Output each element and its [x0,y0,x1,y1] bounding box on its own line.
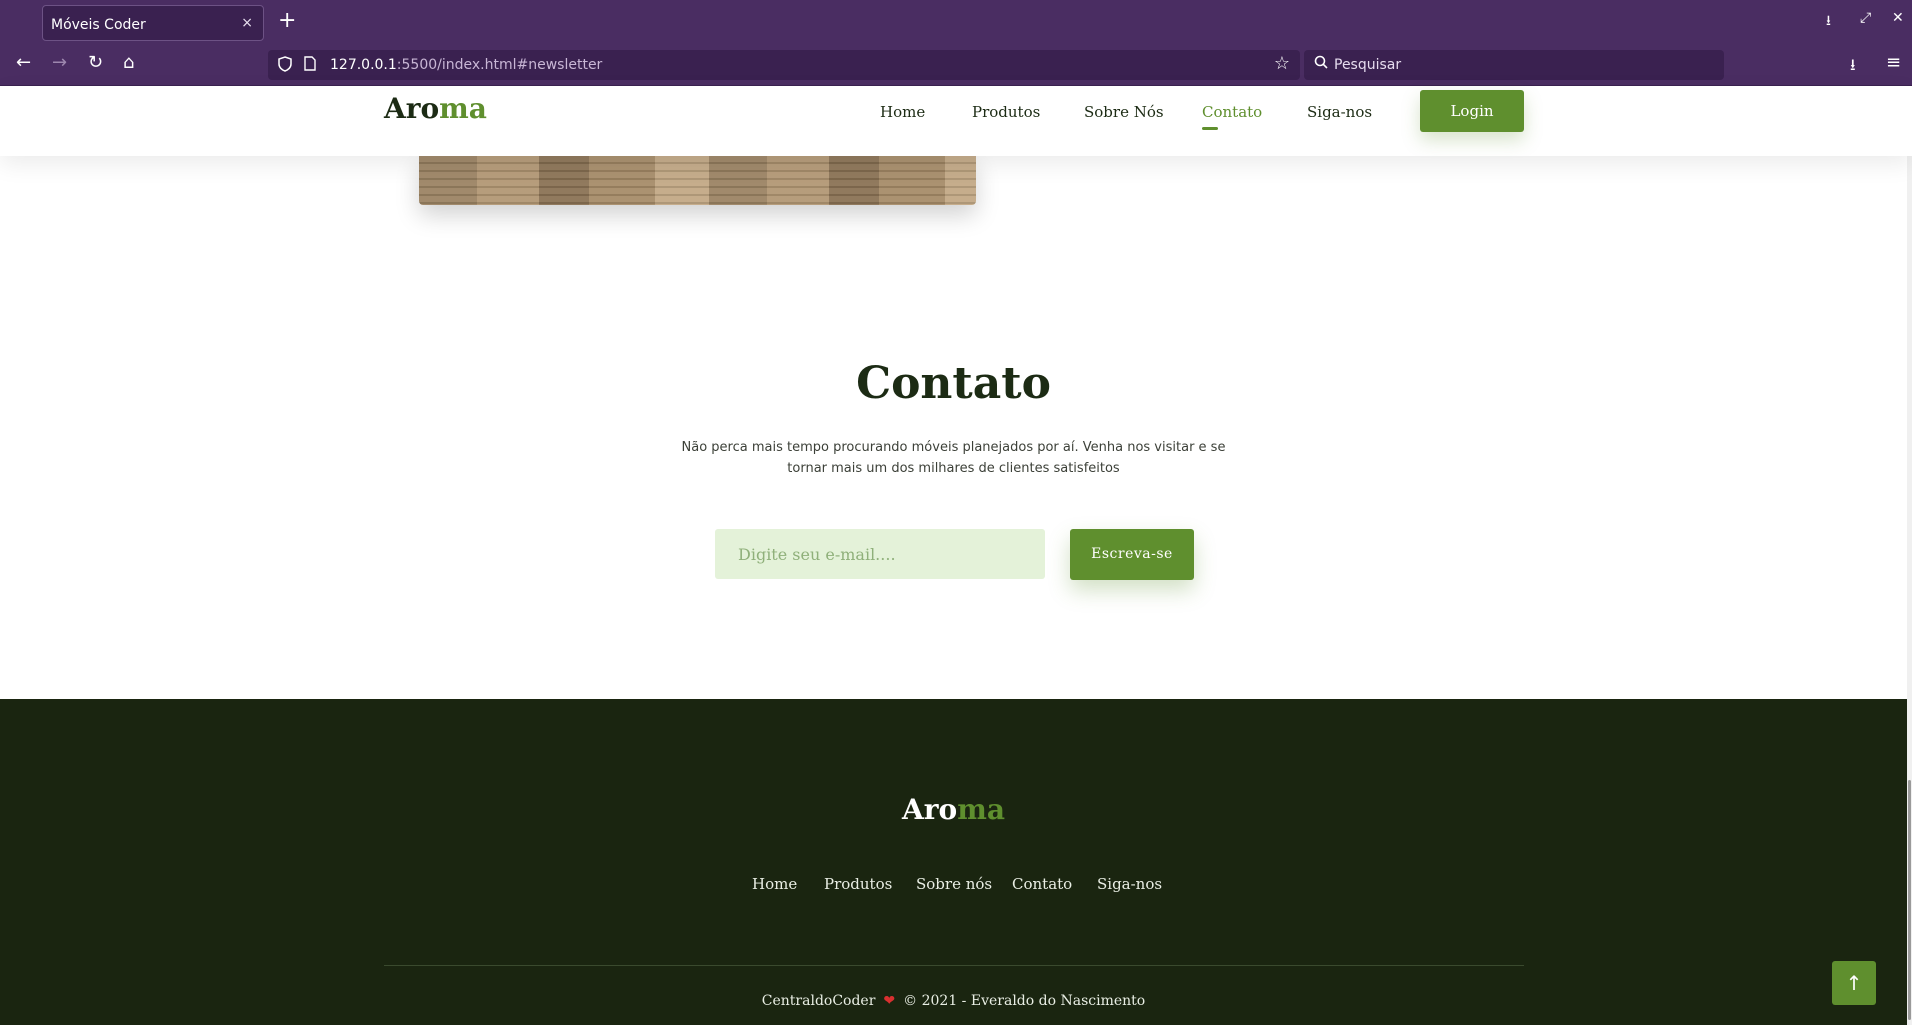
browser-tab[interactable]: Móveis Coder × [42,5,264,41]
minimize-icon[interactable]: ⭳ [1826,10,1831,34]
tab-title: Móveis Coder [51,17,146,33]
url-host: 127.0.0.1 [330,57,397,73]
nav-sobre-nos[interactable]: Sobre Nós [1084,103,1164,121]
site-header: Aroma Home Produtos Sobre Nós Contato Si… [0,86,1912,156]
footer-link-produtos[interactable]: Produtos [824,875,892,893]
heart-icon: ❤ [883,993,896,1009]
shield-icon [278,56,292,76]
reload-icon[interactable]: ↻ [88,52,103,73]
close-tab-icon[interactable]: × [241,15,253,31]
page-scrollbar-thumb[interactable] [1908,780,1911,1020]
home-icon[interactable]: ⌂ [123,52,134,73]
footer-logo[interactable]: Aroma [0,793,1907,826]
back-icon[interactable]: ← [16,52,31,73]
nav-produtos[interactable]: Produtos [972,103,1040,121]
close-window-icon[interactable]: ✕ [1892,10,1904,26]
subscribe-button[interactable]: Escreva-se [1070,529,1194,580]
wood-furniture-image [419,156,976,205]
nav-home[interactable]: Home [880,103,925,121]
url-text: 127.0.0.1:5500/index.html#newsletter [330,57,602,73]
footer-logo-accent: ma [957,793,1005,826]
browser-tab-bar: Móveis Coder × + ⭳ ⤢ ✕ [0,0,1912,44]
browser-nav-bar: ← → ↻ ⌂ 127.0.0.1:5500/index.html#newsle… [0,44,1912,86]
footer-divider [384,965,1524,966]
forward-icon[interactable]: → [52,52,67,73]
browser-search-bar[interactable]: Pesquisar [1304,50,1724,80]
site-footer: Aroma Home Produtos Sobre nós Contato Si… [0,699,1907,1025]
footer-link-contato[interactable]: Contato [1012,875,1072,893]
nav-contato[interactable]: Contato [1202,103,1262,130]
new-tab-icon[interactable]: + [278,8,296,33]
downloads-icon[interactable]: ⭳ [1850,54,1856,81]
footer-credits: CentraldoCoder ❤ © 2021 - Everaldo do Nasc… [0,993,1907,1009]
bookmark-star-icon[interactable]: ☆ [1274,53,1290,74]
login-button[interactable]: Login [1420,90,1524,132]
app-menu-icon[interactable]: ≡ [1886,52,1901,73]
page-icon [304,56,316,75]
nav-siga-nos[interactable]: Siga-nos [1307,103,1372,121]
url-bar[interactable]: 127.0.0.1:5500/index.html#newsletter ☆ [268,50,1300,80]
credit-brand: CentraldoCoder [761,993,876,1009]
email-input[interactable] [715,529,1045,579]
contact-description: Não perca mais tempo procurando móveis p… [681,440,1226,476]
header-logo[interactable]: Aroma [384,92,487,125]
footer-logo-main: Aro [902,793,958,826]
maximize-icon[interactable]: ⤢ [1860,10,1871,26]
footer-link-sobre-nos[interactable]: Sobre nós [916,875,992,893]
url-path: :5500/index.html#newsletter [396,57,603,73]
logo-text-accent: ma [439,92,487,125]
search-placeholder: Pesquisar [1334,57,1402,73]
back-to-top-button[interactable]: ↑ [1832,961,1876,1005]
footer-link-siga-nos[interactable]: Siga-nos [1097,875,1162,893]
footer-link-home[interactable]: Home [752,875,797,893]
search-icon [1314,55,1328,73]
credit-copyright: © 2021 - Everaldo do Nascimento [903,993,1146,1009]
contact-title: Contato [856,358,1051,409]
logo-text-main: Aro [384,92,440,125]
